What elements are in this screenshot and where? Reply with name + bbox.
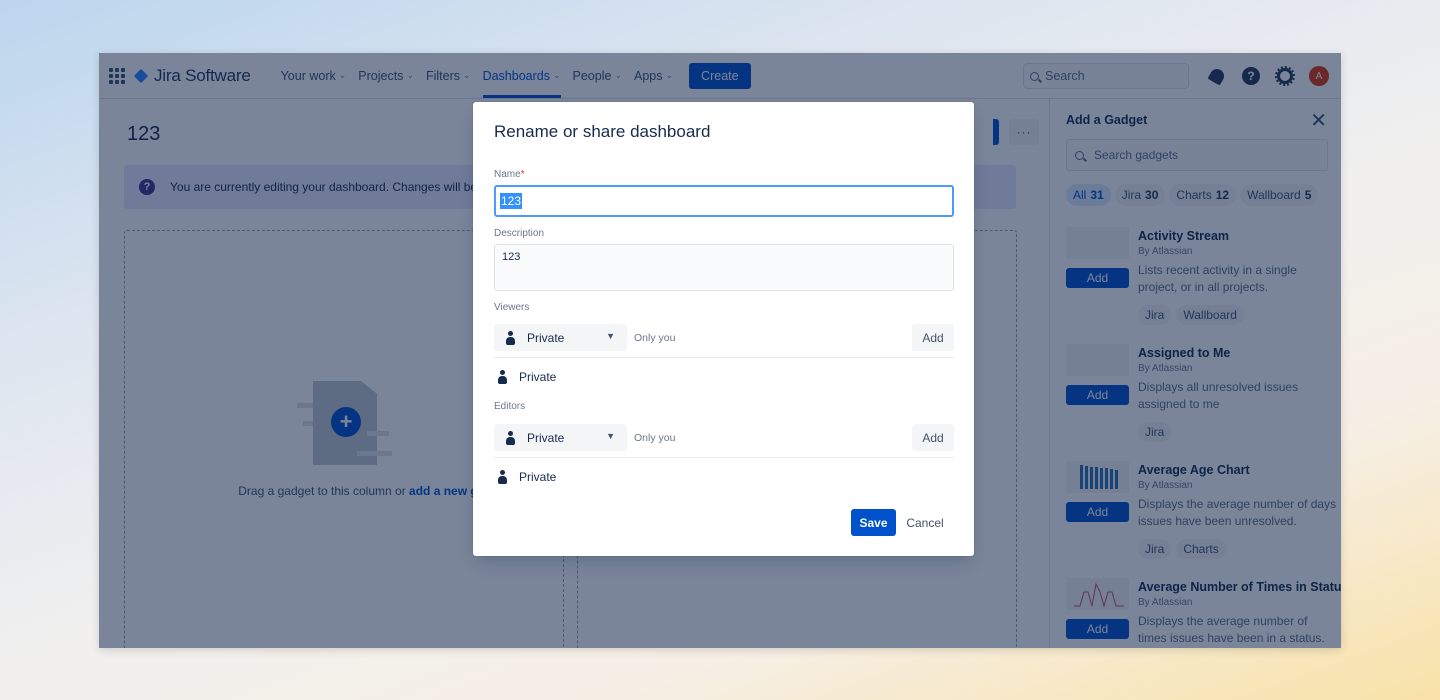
required-indicator: * [520, 169, 525, 180]
divider [494, 357, 954, 358]
viewers-select[interactable]: Private ▼ [494, 324, 627, 351]
viewers-label: Viewers [494, 302, 530, 313]
editor-item-label: Private [519, 470, 557, 484]
editors-select[interactable]: Private ▼ [494, 424, 627, 451]
name-label-text: Name [494, 169, 521, 180]
dialog-title: Rename or share dashboard [494, 122, 711, 141]
chevron-down-icon: ▼ [606, 331, 615, 341]
add-viewer-button[interactable]: Add [912, 324, 954, 351]
editors-share-row: Private ▼ Only you Add [494, 424, 954, 451]
rename-share-dialog: Rename or share dashboard Name* 123 Desc… [473, 102, 974, 556]
viewer-item: Private [498, 370, 556, 384]
cancel-button[interactable]: Cancel [901, 509, 949, 536]
viewers-hint: Only you [634, 332, 676, 344]
person-icon [498, 470, 507, 484]
add-editor-button[interactable]: Add [912, 424, 954, 451]
viewer-item-label: Private [519, 370, 557, 384]
editor-item: Private [498, 470, 556, 484]
name-input-value: 123 [500, 193, 523, 209]
name-input[interactable]: 123 [494, 185, 954, 217]
person-icon [498, 370, 507, 384]
name-label: Name* [494, 169, 525, 180]
person-icon [506, 430, 515, 445]
editors-hint: Only you [634, 432, 676, 444]
editors-select-value: Private [527, 430, 565, 445]
viewers-share-row: Private ▼ Only you Add [494, 324, 954, 351]
divider [494, 457, 954, 458]
editors-label: Editors [494, 401, 526, 412]
description-textarea[interactable]: 123 [494, 244, 954, 291]
person-icon [506, 330, 515, 345]
save-button[interactable]: Save [851, 509, 896, 536]
viewers-select-value: Private [527, 330, 565, 345]
description-label: Description [494, 228, 545, 239]
chevron-down-icon: ▼ [606, 431, 615, 441]
